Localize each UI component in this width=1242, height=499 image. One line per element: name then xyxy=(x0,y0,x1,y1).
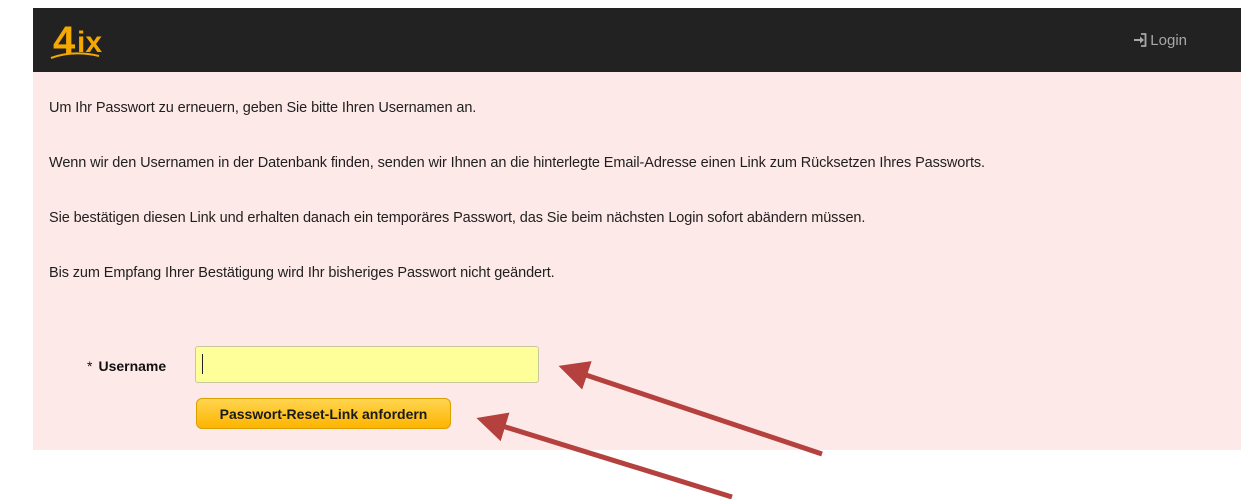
username-label: * Username xyxy=(87,358,166,374)
sign-in-icon xyxy=(1134,33,1147,47)
required-marker: * xyxy=(87,358,93,374)
username-label-text: Username xyxy=(98,358,167,374)
navbar: 4 ix Login xyxy=(33,8,1241,72)
instruction-text-3: Sie bestätigen diesen Link und erhalten … xyxy=(49,210,866,226)
logo[interactable]: 4 ix xyxy=(47,14,127,64)
login-link[interactable]: Login xyxy=(1133,28,1187,52)
login-label: Login xyxy=(1150,31,1187,49)
username-input[interactable] xyxy=(195,346,539,383)
text-cursor xyxy=(202,354,203,374)
instruction-text-1: Um Ihr Passwort zu erneuern, geben Sie b… xyxy=(49,100,477,116)
instruction-text-4: Bis zum Empfang Ihrer Bestätigung wird I… xyxy=(49,265,555,281)
instruction-text-2: Wenn wir den Usernamen in der Datenbank … xyxy=(49,155,985,171)
password-reset-panel: Um Ihr Passwort zu erneuern, geben Sie b… xyxy=(33,72,1241,450)
request-reset-link-button[interactable]: Passwort-Reset-Link anfordern xyxy=(196,398,451,429)
